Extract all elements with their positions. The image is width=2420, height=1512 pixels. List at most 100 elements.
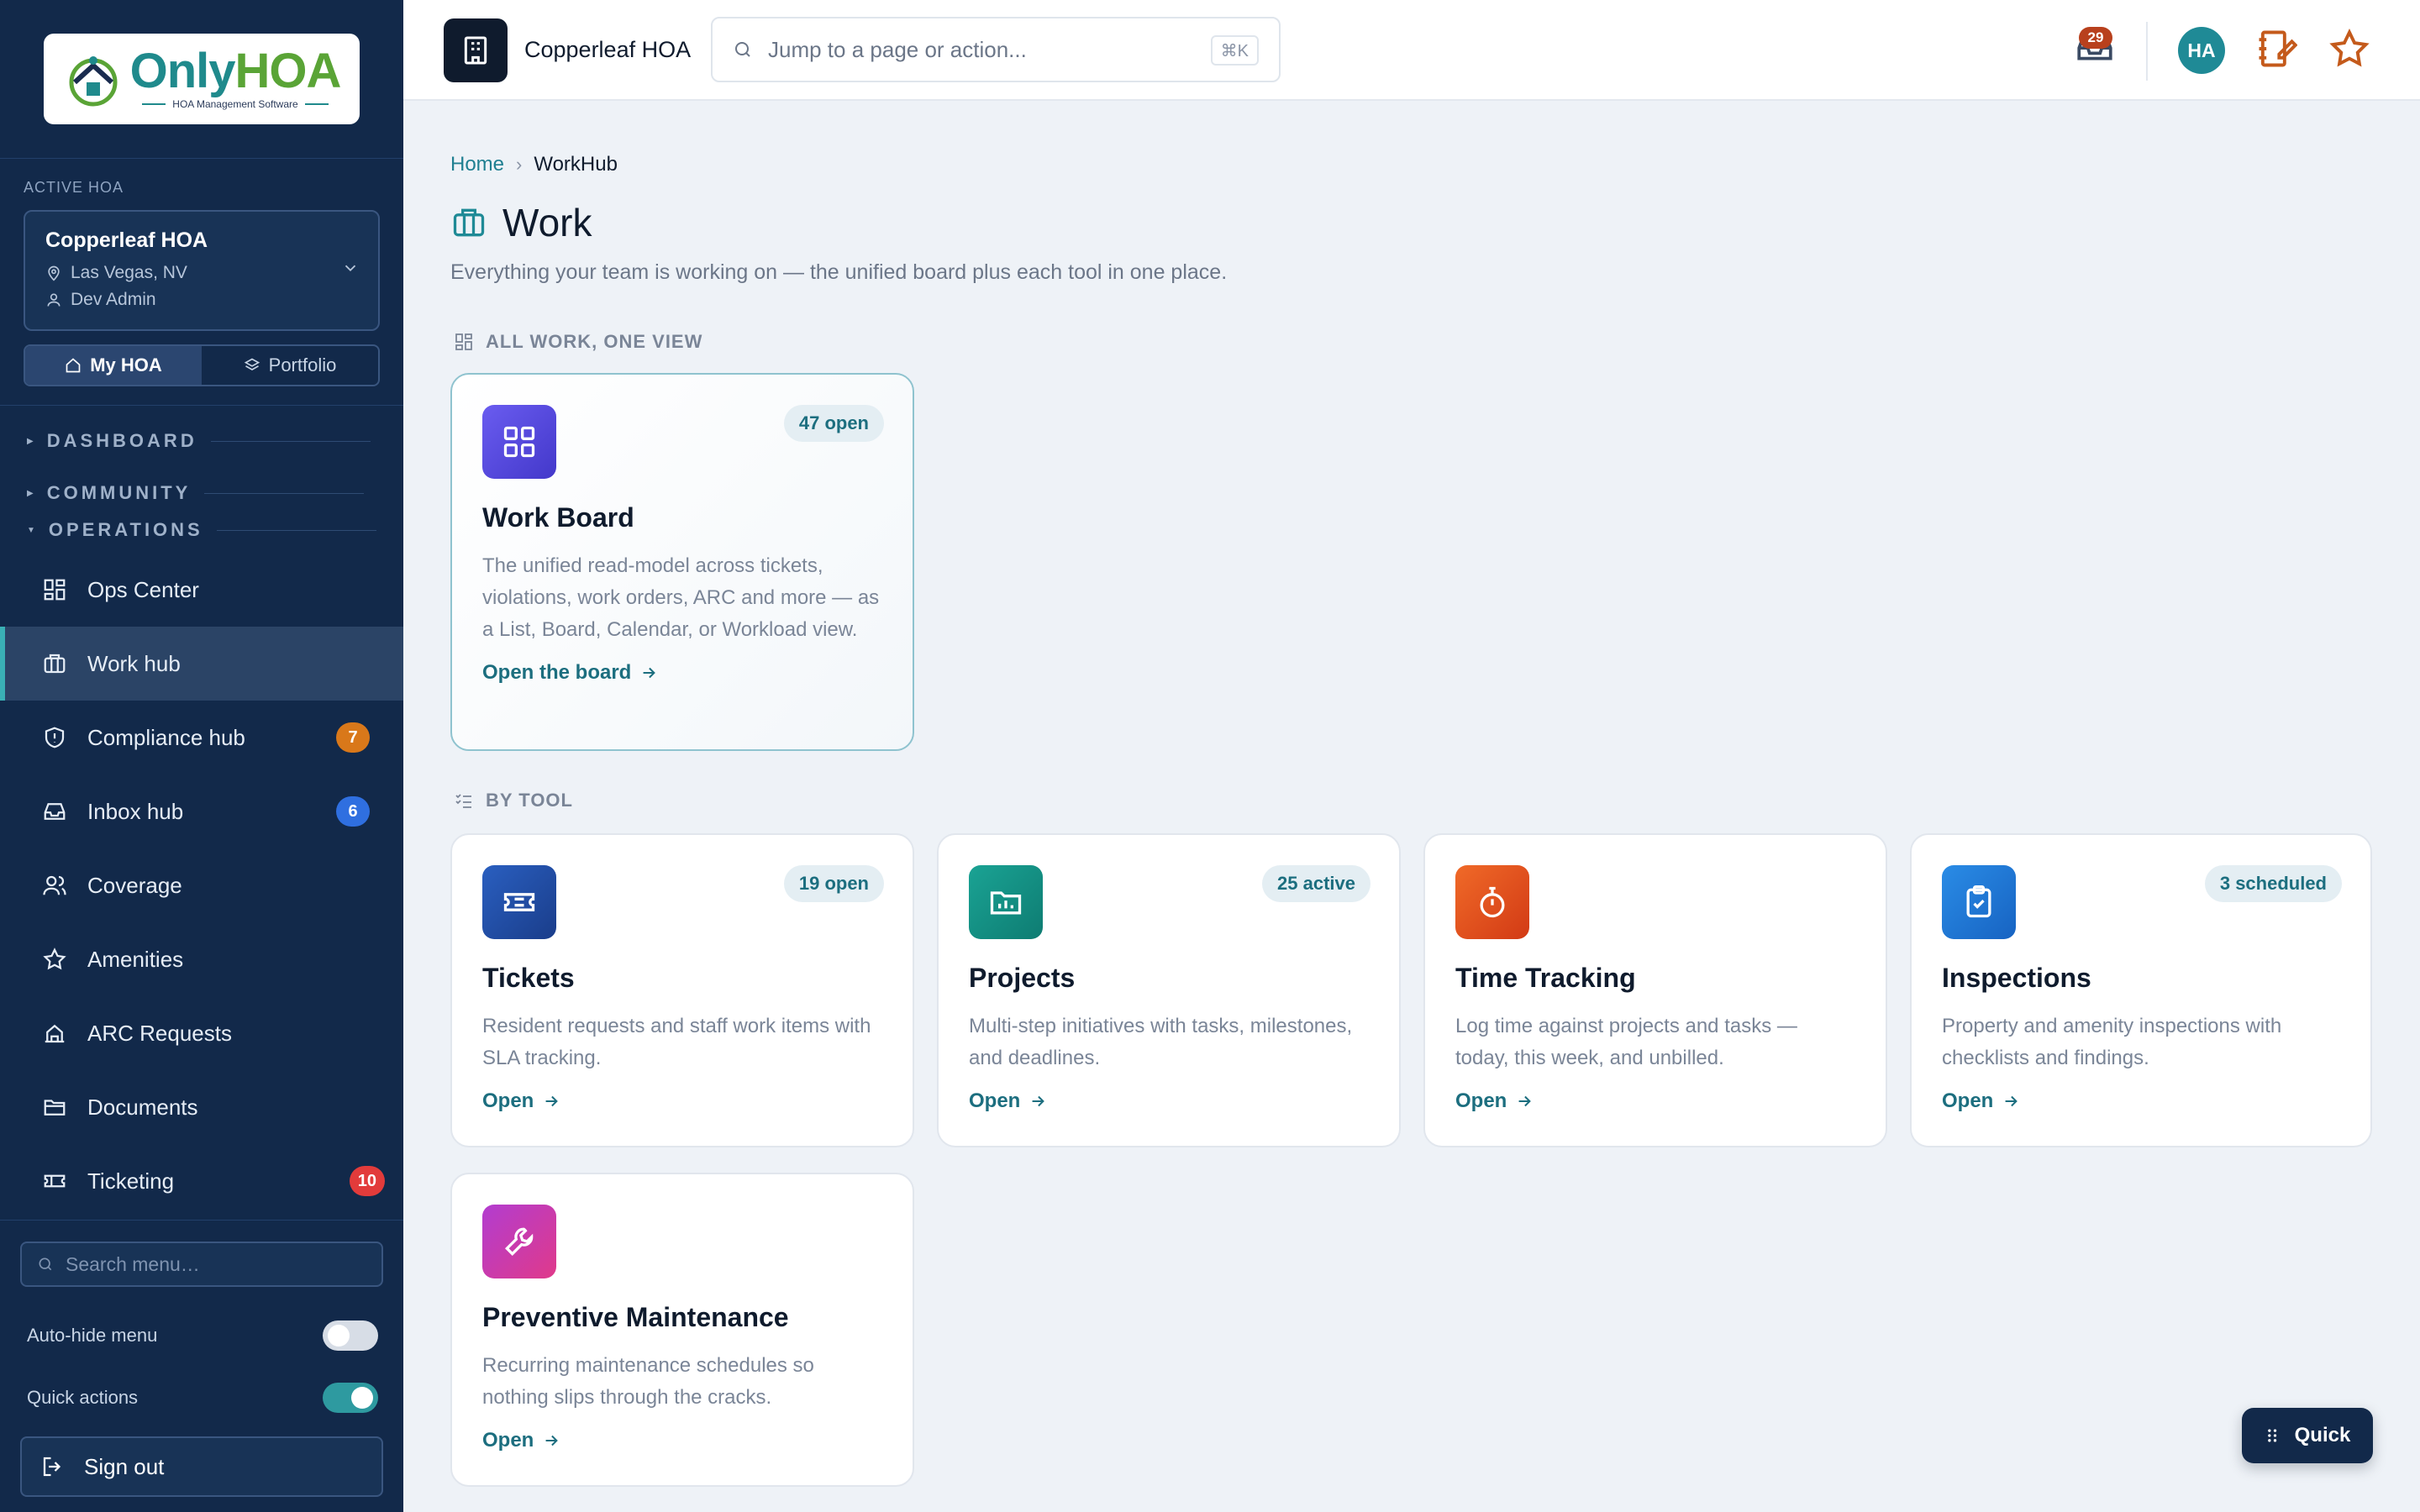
group-all-work-label: ALL WORK, ONE VIEW — [486, 331, 703, 352]
section-dashboard[interactable]: ▶ DASHBOARD — [27, 430, 371, 452]
sidebar-item-coverage[interactable]: Coverage — [0, 848, 403, 922]
sidebar-item-inbox-hub[interactable]: Inbox hub 6 — [0, 774, 403, 848]
breadcrumb-home[interactable]: Home — [450, 153, 504, 176]
command-search-input[interactable] — [768, 36, 1188, 63]
logo-wordmark: OnlyHOA — [130, 47, 342, 96]
open-label: Open — [1455, 1089, 1507, 1112]
notes-icon[interactable] — [2254, 27, 2297, 71]
group-all-work: ALL WORK, ONE VIEW — [454, 331, 702, 353]
breadcrumb-separator: › — [516, 154, 523, 175]
logout-icon — [43, 1457, 61, 1477]
folder-icon — [44, 1100, 66, 1116]
caret-right-icon: ▶ — [27, 488, 34, 498]
logo-word-hoa: HOA — [234, 44, 342, 98]
card-description: Property and amenity inspections with ch… — [1942, 1015, 2282, 1069]
stopwatch-icon — [1480, 886, 1505, 918]
card-title: Projects — [969, 963, 1076, 993]
ticket-icon — [503, 893, 535, 911]
section-operations[interactable]: ▼ OPERATIONS — [27, 519, 376, 541]
card-description: The unified read-model across tickets, v… — [482, 554, 880, 641]
logo-word-only: Only — [129, 44, 236, 98]
logo-tagline-text: HOA Management Software — [172, 98, 298, 110]
quick-actions-toggle[interactable] — [323, 1383, 378, 1413]
open-board-link[interactable]: Open the board — [482, 661, 882, 685]
projects-card[interactable]: 25 active Projects Multi-step initiative… — [937, 833, 1401, 1147]
quick-actions-label: Quick actions — [27, 1387, 139, 1408]
house-globe-icon — [69, 56, 118, 107]
tickets-icon-tile — [482, 865, 556, 939]
arrow-right-icon — [643, 667, 656, 679]
inspections-card[interactable]: 3 scheduled Inspections Property and ame… — [1910, 833, 2372, 1147]
arrow-right-icon — [2005, 1095, 2018, 1107]
card-description: Log time against projects and tasks — to… — [1455, 1015, 1797, 1069]
sidebar-divider — [0, 1220, 403, 1221]
sidebar-item-label: Ops Center — [87, 576, 199, 602]
open-link[interactable]: Open — [1455, 1089, 1855, 1113]
star-icon — [43, 948, 66, 970]
grid-icon — [455, 333, 472, 350]
time-tracking-card[interactable]: Time Tracking Log time against projects … — [1423, 833, 1887, 1147]
layers-icon — [244, 358, 260, 370]
caret-right-icon: ▶ — [27, 436, 34, 446]
sidebar-item-label: Compliance hub — [87, 724, 245, 750]
sidebar-item-compliance-hub[interactable]: Compliance hub 7 — [0, 701, 403, 774]
card-title: Inspections — [1942, 963, 2091, 993]
sidebar-item-ops-center[interactable]: Ops Center — [0, 553, 403, 627]
building-icon — [464, 36, 487, 65]
arrow-right-icon — [1032, 1095, 1045, 1107]
section-community-label: COMMUNITY — [46, 482, 192, 503]
open-label: Open — [1942, 1089, 1994, 1112]
open-link[interactable]: Open — [482, 1089, 882, 1113]
active-count-badge: 25 active — [1262, 865, 1370, 902]
preventive-maintenance-icon-tile — [482, 1205, 556, 1278]
quick-actions-button[interactable]: Quick — [2242, 1408, 2373, 1463]
preventive-maintenance-card[interactable]: Preventive Maintenance Recurring mainten… — [450, 1173, 914, 1487]
breadcrumb-current: WorkHub — [534, 153, 618, 176]
open-link[interactable]: Open — [482, 1429, 882, 1452]
org-icon[interactable] — [444, 18, 508, 82]
chevron-down-icon[interactable] — [341, 259, 360, 277]
section-community[interactable]: ▶ COMMUNITY — [27, 482, 365, 504]
sidebar-item-documents[interactable]: Documents — [0, 1070, 403, 1144]
menu-search[interactable] — [20, 1242, 383, 1287]
hoa-switcher[interactable]: Copperleaf HOA Las Vegas, NV Dev Admin — [24, 210, 380, 331]
favorite-star-icon[interactable] — [2328, 27, 2371, 71]
sidebar-item-arc-requests[interactable]: ARC Requests — [0, 996, 403, 1070]
brand-logo[interactable]: OnlyHOA HOA Management Software — [44, 34, 360, 124]
project-folder-icon — [990, 891, 1022, 915]
sidebar-item-ticketing[interactable]: Ticketing 10 — [0, 1144, 403, 1218]
sidebar-item-label: Inbox hub — [87, 798, 184, 824]
sidebar-divider — [0, 158, 403, 159]
open-label: Open — [482, 1089, 534, 1112]
my-hoa-label: My HOA — [90, 354, 162, 375]
tickets-card[interactable]: 19 open Tickets Resident requests and st… — [450, 833, 914, 1147]
projects-icon-tile — [969, 865, 1043, 939]
ticket-icon — [44, 1174, 66, 1188]
checklist-icon — [455, 794, 471, 808]
inspections-icon-tile — [1942, 865, 2016, 939]
sidebar-item-label: Work hub — [87, 650, 181, 676]
sign-out-button[interactable]: Sign out — [20, 1436, 383, 1497]
open-link[interactable]: Open — [1942, 1089, 2340, 1113]
auto-hide-toggle[interactable] — [323, 1320, 378, 1351]
my-hoa-button[interactable]: My HOA — [25, 346, 202, 385]
time-tracking-icon-tile — [1455, 865, 1529, 939]
wrench-icon — [504, 1227, 534, 1257]
command-search[interactable]: ⌘K — [711, 17, 1281, 82]
user-avatar[interactable]: HA — [2178, 27, 2225, 74]
portfolio-button[interactable]: Portfolio — [202, 346, 378, 385]
sidebar-divider — [0, 405, 403, 406]
keyboard-shortcut: ⌘K — [1210, 35, 1259, 66]
scope-toggle: My HOA Portfolio — [24, 344, 380, 386]
org-name[interactable]: Copperleaf HOA — [524, 37, 691, 63]
sidebar-item-work-hub[interactable]: Work hub — [0, 627, 403, 701]
page-subtitle: Everything your team is working on — the… — [450, 260, 1228, 284]
grid-icon — [44, 579, 66, 601]
open-link[interactable]: Open — [969, 1089, 1369, 1113]
open-label: Open — [969, 1089, 1021, 1112]
menu-search-input[interactable] — [66, 1252, 368, 1276]
toggle-knob — [351, 1387, 373, 1409]
card-description: Multi-step initiatives with tasks, miles… — [969, 1015, 1353, 1069]
sidebar-item-amenities[interactable]: Amenities — [0, 922, 403, 996]
work-board-card[interactable]: 47 open Work Board The unified read-mode… — [450, 373, 914, 751]
